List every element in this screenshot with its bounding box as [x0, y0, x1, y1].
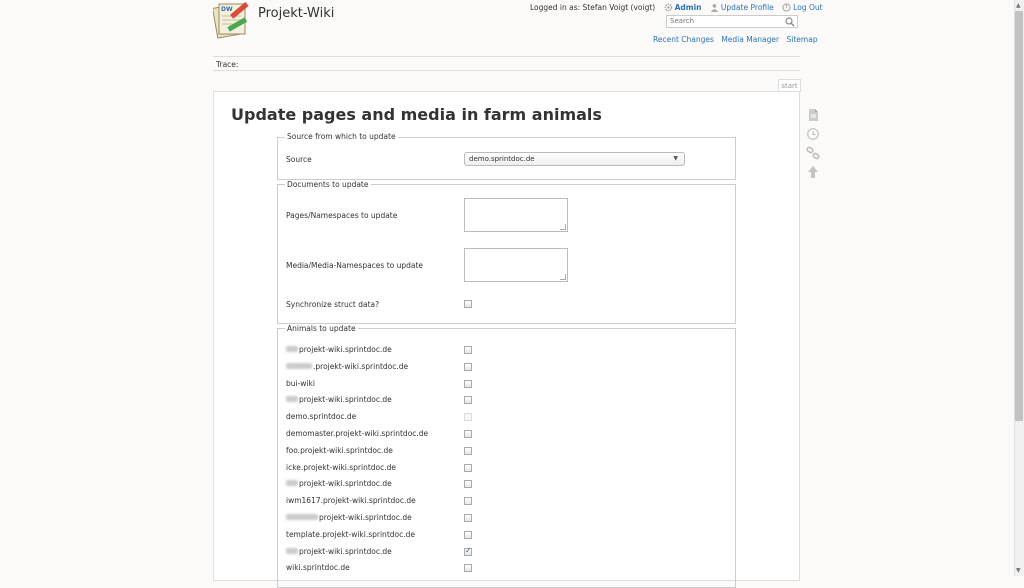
scroll-up-icon[interactable]: ▲	[1016, 2, 1021, 9]
site-tools-nav: Recent Changes Media Manager Sitemap	[648, 35, 818, 44]
animal-name: iwm1617.projekt-wiki.sprintdoc.de	[286, 496, 416, 505]
sitemap-link[interactable]: Sitemap	[787, 35, 818, 44]
animal-checkbox[interactable]	[464, 531, 472, 539]
sync-struct-checkbox[interactable]	[464, 300, 472, 308]
animal-checkbox	[464, 413, 472, 421]
site-title[interactable]: Projekt-Wiki	[258, 6, 334, 21]
admin-link[interactable]: Admin	[664, 3, 704, 12]
chevron-down-icon: ▼	[673, 155, 678, 162]
redacted-text	[286, 514, 318, 520]
animal-name: demomaster.projekt-wiki.sprintdoc.de	[286, 429, 429, 438]
animal-label: demo.sprintdoc.de	[286, 412, 356, 421]
media-manager-link[interactable]: Media Manager	[721, 35, 779, 44]
animal-checkbox[interactable]: ✓	[464, 546, 472, 556]
animal-name: projekt-wiki.sprintdoc.de	[299, 547, 392, 556]
logout-link[interactable]: Log Out	[782, 3, 823, 12]
animal-checkbox[interactable]	[464, 346, 472, 354]
animal-label: demomaster.projekt-wiki.sprintdoc.de	[286, 429, 428, 438]
recent-changes-link[interactable]: Recent Changes	[653, 35, 714, 44]
scroll-down-icon[interactable]: ▼	[1016, 567, 1021, 574]
divider	[213, 70, 800, 71]
animal-name: wiki.sprintdoc.de	[286, 563, 350, 572]
animal-name: .projekt-wiki.sprintdoc.de	[313, 362, 409, 371]
search-input[interactable]	[667, 16, 783, 26]
animal-checkbox[interactable]	[464, 363, 472, 371]
animal-name: bui-wiki	[286, 379, 315, 388]
logged-in-text: Logged in as: Stefan Voigt (voigt)	[530, 3, 656, 12]
animal-label: .projekt-wiki.sprintdoc.de	[286, 362, 408, 371]
animal-label: template.projekt-wiki.sprintdoc.de	[286, 530, 415, 539]
media-label: Media/Media-Namespaces to update	[286, 261, 424, 270]
redacted-text	[286, 346, 298, 352]
source-label: Source	[286, 155, 312, 164]
dokuwiki-logo[interactable]: DW	[213, 0, 253, 40]
animal-label: wiki.sprintdoc.de	[286, 563, 350, 572]
media-textarea[interactable]	[464, 248, 568, 282]
animal-checkbox[interactable]	[464, 464, 472, 472]
animal-label: bui-wiki	[286, 379, 315, 388]
breadcrumb-trace: Trace:	[216, 60, 239, 69]
animal-checkbox[interactable]	[464, 514, 472, 522]
checkmark-icon: ✓	[465, 546, 472, 555]
back-to-top-icon[interactable]	[806, 165, 820, 179]
animal-label: projekt-wiki.sprintdoc.de	[286, 479, 392, 488]
resize-grip-icon[interactable]	[560, 224, 566, 230]
animal-checkbox[interactable]	[464, 447, 472, 455]
source-select-value: demo.sprintdoc.de	[469, 155, 535, 163]
animal-label: projekt-wiki.sprintdoc.de	[286, 513, 412, 522]
animal-name: projekt-wiki.sprintdoc.de	[299, 345, 392, 354]
animal-checkbox[interactable]	[464, 480, 472, 488]
animal-name: icke.projekt-wiki.sprintdoc.de	[286, 463, 397, 472]
animal-name: template.projekt-wiki.sprintdoc.de	[286, 530, 415, 539]
animal-name: foo.projekt-wiki.sprintdoc.de	[286, 446, 393, 455]
svg-text:DW: DW	[221, 6, 233, 13]
show-source-icon[interactable]	[806, 108, 820, 122]
backlinks-icon[interactable]	[806, 146, 820, 160]
animal-label: foo.projekt-wiki.sprintdoc.de	[286, 446, 393, 455]
animals-legend: Animals to update	[285, 324, 358, 333]
animal-name: projekt-wiki.sprintdoc.de	[299, 395, 392, 404]
pages-label: Pages/Namespaces to update	[286, 211, 398, 220]
animal-label: projekt-wiki.sprintdoc.de	[286, 547, 392, 556]
resize-grip-icon[interactable]	[560, 274, 566, 280]
redacted-text	[286, 396, 298, 402]
animal-label: projekt-wiki.sprintdoc.de	[286, 345, 392, 354]
update-profile-label[interactable]: Update Profile	[721, 3, 774, 12]
redacted-text	[286, 548, 298, 554]
animal-label: icke.projekt-wiki.sprintdoc.de	[286, 463, 396, 472]
sync-struct-label: Synchronize struct data?	[286, 300, 380, 309]
search-icon[interactable]	[785, 17, 795, 27]
animal-checkbox[interactable]	[464, 430, 472, 438]
old-revisions-icon[interactable]	[806, 127, 820, 141]
animal-checkbox[interactable]	[464, 497, 472, 505]
redacted-text	[286, 480, 298, 486]
scrollbar-thumb[interactable]	[1015, 11, 1023, 421]
user-info-bar: Logged in as: Stefan Voigt (voigt) Admin…	[530, 3, 823, 12]
animal-checkbox[interactable]	[464, 380, 472, 388]
source-legend: Source from which to update	[285, 132, 398, 141]
animal-checkbox[interactable]	[464, 564, 472, 572]
page-title: Update pages and media in farm animals	[231, 105, 602, 124]
logout-icon	[782, 3, 791, 12]
animal-checkbox[interactable]	[464, 396, 472, 404]
redacted-text	[286, 363, 312, 369]
source-select[interactable]: demo.sprintdoc.de ▼	[464, 152, 685, 166]
pages-textarea[interactable]	[464, 198, 568, 232]
animal-label: iwm1617.projekt-wiki.sprintdoc.de	[286, 496, 416, 505]
gear-icon	[664, 3, 672, 12]
update-profile-link[interactable]: Update Profile	[710, 3, 776, 12]
documents-legend: Documents to update	[285, 180, 371, 189]
admin-label[interactable]: Admin	[675, 3, 702, 12]
animal-name: projekt-wiki.sprintdoc.de	[299, 479, 392, 488]
animal-name: projekt-wiki.sprintdoc.de	[319, 513, 412, 522]
search-box[interactable]	[666, 15, 798, 28]
divider	[213, 56, 800, 57]
logout-label[interactable]: Log Out	[793, 3, 822, 12]
user-icon	[710, 4, 719, 12]
animal-label: projekt-wiki.sprintdoc.de	[286, 395, 392, 404]
animal-name: demo.sprintdoc.de	[286, 412, 357, 421]
